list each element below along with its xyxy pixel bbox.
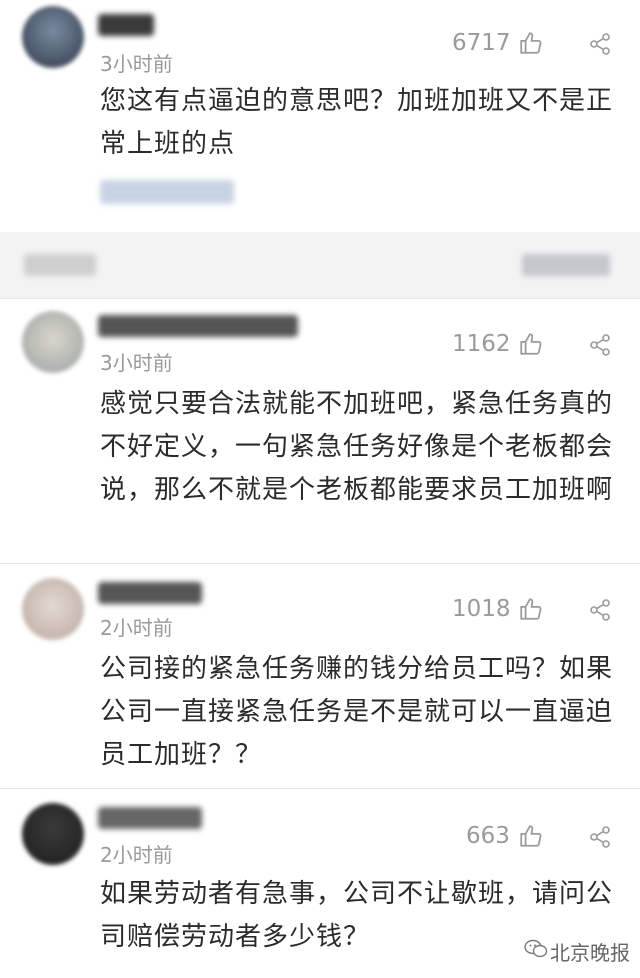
watermark-source: 北京晚报 (550, 941, 630, 965)
comment-text: 感觉只要合法就能不加班吧，紧急任务真的不好定义，一句紧急任务好像是个老板都会说，… (100, 389, 614, 505)
section-separator (0, 232, 640, 298)
comment-text: 您这有点逼迫的意思吧？加班加班又不是正常上班的点 (100, 86, 614, 159)
share-icon[interactable] (588, 825, 612, 849)
comment-1: 3小时前 6717 您这有点逼迫的意思吧？加班加班又不是正常上班的点 (0, 0, 640, 232)
avatar[interactable] (22, 311, 84, 373)
reply-summary-blurred[interactable] (100, 180, 234, 204)
thumbs-up-icon[interactable] (518, 823, 544, 849)
like-count: 1162 (452, 331, 511, 357)
separator-action-blurred[interactable] (522, 254, 610, 276)
avatar[interactable] (22, 6, 84, 68)
wechat-logo-icon (524, 939, 548, 958)
avatar[interactable] (22, 803, 84, 865)
comment-time: 3小时前 (100, 52, 173, 76)
like-count: 663 (466, 823, 510, 849)
avatar[interactable] (22, 578, 84, 640)
like-count: 6717 (452, 30, 511, 56)
thumbs-up-icon[interactable] (518, 331, 544, 357)
comment-time: 3小时前 (100, 351, 173, 375)
comment-time: 2小时前 (100, 843, 173, 867)
comment-time: 2小时前 (100, 616, 173, 640)
username-blurred[interactable] (98, 582, 202, 604)
share-icon[interactable] (588, 333, 612, 357)
comment-4: 2小时前 663 如果劳动者有急事，公司不让歇班，请问公司赔偿劳动者多少钱？ 北… (0, 789, 640, 978)
comment-3: 2小时前 1018 公司接的紧急任务赚的钱分给员工吗？如果公司一直接紧急任务是不… (0, 564, 640, 788)
username-blurred[interactable] (98, 14, 154, 36)
username-blurred[interactable] (98, 807, 202, 829)
comment-2: 3小时前 1162 感觉只要合法就能不加班吧，紧急任务真的不好定义，一句紧急任务… (0, 299, 640, 563)
comment-text: 公司接的紧急任务赚的钱分给员工吗？如果公司一直接紧急任务是不是就可以一直逼迫员工… (100, 654, 614, 770)
thumbs-up-icon[interactable] (518, 596, 544, 622)
share-icon[interactable] (588, 598, 612, 622)
share-icon[interactable] (588, 32, 612, 56)
thumbs-up-icon[interactable] (518, 30, 544, 56)
like-count: 1018 (452, 596, 511, 622)
username-blurred[interactable] (98, 315, 298, 337)
separator-label-blurred (24, 254, 96, 276)
